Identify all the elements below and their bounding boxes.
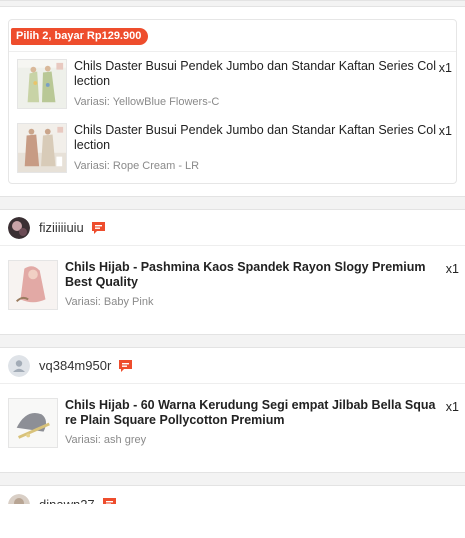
product-variant: Variasi: ash grey [65, 434, 147, 446]
shop-name[interactable]: dinawn27 [39, 497, 95, 504]
default-avatar-icon[interactable] [8, 354, 30, 377]
bundle-item[interactable]: Chils Daster Busui Pendek Jumbo dan Stan… [9, 52, 456, 115]
chat-icon[interactable] [102, 497, 117, 504]
section-separator [0, 334, 465, 348]
bundle-deal-card: Pilih 2, bayar Rp129.900 Chils Daster Bu… [8, 19, 457, 184]
order-item[interactable]: Chils Hijab - 60 Warna Kerudung Segi emp… [0, 384, 465, 472]
shop-avatar[interactable] [8, 494, 30, 504]
page-bottom-fill [0, 504, 465, 538]
item-info: Chils Hijab - Pashmina Kaos Spandek Rayo… [65, 260, 437, 308]
chat-icon[interactable] [118, 359, 133, 373]
item-info: Chils Daster Busui Pendek Jumbo dan Stan… [74, 123, 436, 172]
product-thumbnail[interactable] [8, 398, 58, 448]
product-thumbnail[interactable] [8, 260, 58, 310]
product-title[interactable]: Chils Hijab - Pashmina Kaos Spandek Rayo… [65, 260, 437, 290]
shop-header[interactable]: fiziiiiiuiu [0, 210, 465, 246]
product-title[interactable]: Chils Hijab - 60 Warna Kerudung Segi emp… [65, 398, 437, 428]
bundle-section: Pilih 2, bayar Rp129.900 Chils Daster Bu… [0, 7, 465, 196]
product-title[interactable]: Chils Daster Busui Pendek Jumbo dan Stan… [74, 123, 436, 153]
section-separator [0, 0, 465, 7]
item-info: Chils Daster Busui Pendek Jumbo dan Stan… [74, 59, 436, 108]
shop-name[interactable]: vq384m950r [39, 358, 111, 373]
shop-avatar[interactable] [8, 216, 30, 239]
shop-name[interactable]: fiziiiiiuiu [39, 220, 84, 235]
product-thumbnail[interactable] [17, 59, 67, 109]
product-title[interactable]: Chils Daster Busui Pendek Jumbo dan Stan… [74, 59, 436, 89]
item-info: Chils Hijab - 60 Warna Kerudung Segi emp… [65, 398, 437, 446]
product-variant: Variasi: YellowBlue Flowers-C [74, 96, 220, 108]
chat-icon[interactable] [91, 221, 106, 235]
item-quantity: x1 [445, 262, 459, 276]
item-quantity: x1 [438, 124, 452, 138]
product-variant: Variasi: Rope Cream - LR [74, 160, 200, 172]
product-variant: Variasi: Baby Pink [65, 296, 154, 308]
order-item[interactable]: Chils Hijab - Pashmina Kaos Spandek Rayo… [0, 246, 465, 334]
shop-header[interactable]: dinawn27 [0, 486, 465, 504]
section-separator [0, 472, 465, 486]
section-separator [0, 196, 465, 210]
item-quantity: x1 [445, 400, 459, 414]
shop-header[interactable]: vq384m950r [0, 348, 465, 384]
item-quantity: x1 [438, 61, 452, 75]
bundle-deal-badge: Pilih 2, bayar Rp129.900 [11, 28, 149, 45]
product-thumbnail[interactable] [17, 123, 67, 173]
bundle-item[interactable]: Chils Daster Busui Pendek Jumbo dan Stan… [9, 115, 456, 183]
